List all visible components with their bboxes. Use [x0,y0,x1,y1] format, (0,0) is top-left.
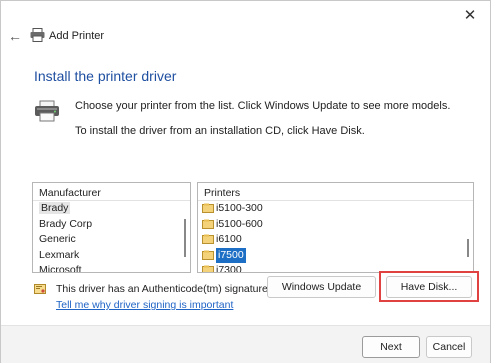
driver-icon [202,250,214,260]
driver-signing-link[interactable]: Tell me why driver signing is important [56,299,233,311]
instruction-text-cd: To install the driver from an installati… [75,125,365,137]
manufacturer-list-header: Manufacturer [33,183,190,201]
driver-icon [202,203,214,214]
manufacturer-item-brady[interactable]: Brady [33,201,190,217]
page-heading: Install the printer driver [34,68,177,84]
printers-list-header: Printers [198,183,473,201]
window-title: Add Printer [49,30,105,42]
close-icon: ✕ [463,7,477,24]
printers-list[interactable]: Printers i5100-300 i5100-600 i6100 i7500… [197,182,474,273]
manufacturer-item-microsoft[interactable]: Microsoft [33,263,190,272]
back-button[interactable]: ← [7,28,23,44]
add-printer-dialog: ✕ ← Add Printer Install the printer driv… [0,0,491,363]
printer-item[interactable]: i6100 [198,232,473,248]
close-button[interactable]: ✕ [456,4,484,26]
instruction-text: Choose your printer from the list. Click… [75,100,451,112]
signature-status-text: This driver has an Authenticode(tm) sign… [56,283,271,295]
manufacturer-item-brady-corp[interactable]: Brady Corp [33,217,190,233]
driver-icon [202,265,214,272]
windows-update-button[interactable]: Windows Update [267,276,376,298]
manufacturer-item-generic[interactable]: Generic [33,232,190,248]
manufacturer-list[interactable]: Manufacturer Brady Brady Corp Generic Le… [32,182,191,273]
printer-item[interactable]: i5100-300 [198,201,473,217]
printer-item-selected[interactable]: i7500 [198,247,473,263]
cancel-button[interactable]: Cancel [426,336,472,358]
printer-icon [30,28,45,42]
back-arrow-icon: ← [8,28,22,44]
printer-item[interactable]: i7300 [198,263,473,272]
manufacturer-item-lexmark[interactable]: Lexmark [33,248,190,264]
next-button[interactable]: Next [362,336,420,358]
printer-large-icon [35,100,59,122]
certificate-icon [34,284,46,294]
driver-icon [202,234,214,245]
printer-item[interactable]: i5100-600 [198,217,473,233]
driver-icon [202,219,214,229]
manufacturer-scrollbar[interactable] [184,219,186,257]
have-disk-button[interactable]: Have Disk... [386,276,472,298]
title-bar: ← Add Printer [1,25,490,47]
printers-scrollbar[interactable] [467,239,469,257]
